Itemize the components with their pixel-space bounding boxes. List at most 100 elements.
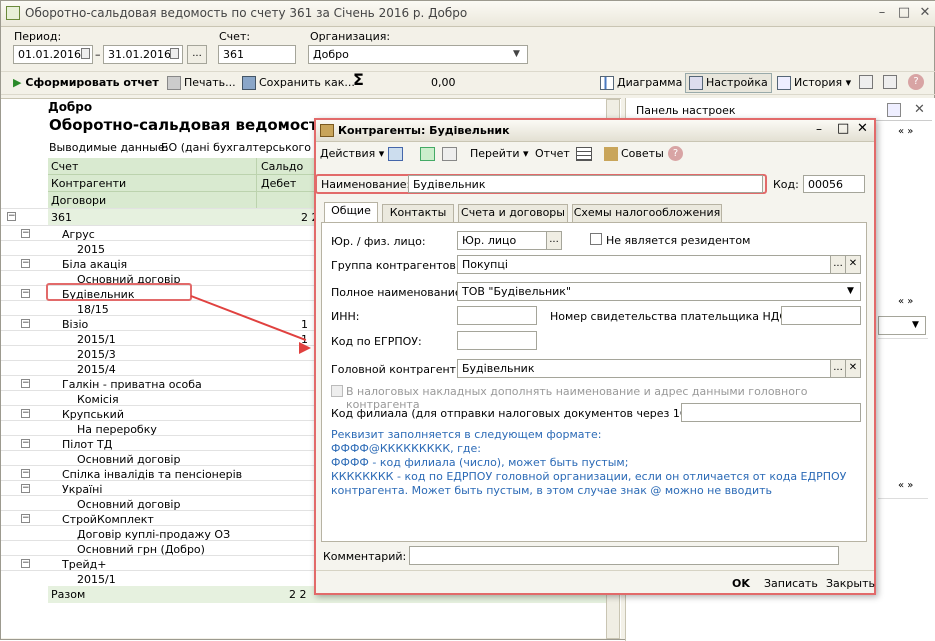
tools-icon[interactable] [883, 75, 897, 89]
history-button[interactable]: История ▾ [777, 75, 851, 91]
tax-invoice-checkbox[interactable] [331, 385, 343, 397]
collapse-icon[interactable]: − [21, 559, 30, 568]
clear-icon[interactable]: ✕ [845, 359, 861, 378]
organization-label: Организация: [310, 30, 391, 43]
settings-button[interactable]: Настройка [685, 73, 772, 93]
inn-input[interactable] [457, 306, 537, 325]
collapse-icon[interactable]: − [21, 259, 30, 268]
edrpou-input[interactable] [457, 331, 537, 350]
history-label: История [794, 76, 843, 89]
period-select-button[interactable]: ... [187, 45, 207, 64]
maximize-button[interactable]: □ [895, 5, 913, 21]
hint-line: Реквизит заполняется в следующем формате… [331, 428, 602, 441]
head-contractor-input[interactable]: Будівельник [457, 359, 831, 378]
vat-input[interactable] [781, 306, 861, 325]
printer-icon [167, 76, 181, 90]
help-icon[interactable]: ? [908, 74, 924, 90]
save-as-button[interactable]: Сохранить как... [242, 75, 355, 91]
report-button[interactable]: Отчет [535, 146, 570, 162]
minimize-button[interactable]: – [873, 5, 891, 21]
tab-general[interactable]: Общие [324, 202, 378, 223]
tab-accounts[interactable]: Счета и договоры [458, 204, 568, 222]
dialog-minimize-button[interactable]: – [816, 122, 822, 136]
contractor-dialog: Контрагенты: Будівельник – □ ✕ Действия … [314, 118, 876, 595]
dialog-maximize-button[interactable]: □ [837, 121, 849, 136]
group-label: Группа контрагентов: [331, 259, 460, 272]
collapse-icon[interactable]: − [7, 212, 16, 221]
collapse-icon[interactable]: − [21, 289, 30, 298]
fullname-input[interactable]: ТОВ "Будівельник" [457, 282, 861, 301]
panel-close-icon[interactable]: ✕ [914, 102, 925, 117]
tab-tax-schemes[interactable]: Схемы налогообложения [572, 204, 722, 222]
report-icon [6, 6, 20, 20]
calendar-icon[interactable] [170, 48, 179, 59]
name-input[interactable]: Будівельник [408, 175, 763, 193]
collapse-icon[interactable]: − [21, 469, 30, 478]
help-icon[interactable]: ? [668, 146, 683, 161]
collapse-icon[interactable]: − [21, 229, 30, 238]
chevron-down-icon[interactable]: ▼ [513, 49, 520, 59]
history-icon [777, 76, 791, 90]
collapse-icon[interactable]: − [21, 484, 30, 493]
chart-label: Диаграмма [617, 76, 683, 89]
header-contractors: Контрагенти [51, 177, 127, 190]
organization-select[interactable]: Добро [308, 45, 528, 64]
total-value: 2 2 [289, 588, 307, 601]
table-row-label[interactable]: 2015/1 [77, 573, 116, 586]
panel-settings-icon[interactable] [887, 103, 901, 117]
code-input[interactable]: 00056 [803, 175, 865, 193]
group-select-button[interactable]: ... [830, 255, 846, 274]
tips-button[interactable]: Советы [604, 146, 664, 162]
title-bar: Оборотно-сальдовая ведомость по счету 36… [1, 1, 935, 27]
group-input[interactable]: Покупці [457, 255, 831, 274]
legal-label: Юр. / физ. лицо: [331, 235, 426, 248]
account-input[interactable]: 361 [218, 45, 296, 64]
collapse-icon[interactable]: − [21, 319, 30, 328]
close-dialog-button[interactable]: Закрыть [826, 577, 875, 590]
legal-select-button[interactable]: ... [546, 231, 562, 250]
nonresident-checkbox[interactable] [590, 233, 602, 245]
panel-nav[interactable]: « » [898, 480, 913, 491]
ok-button[interactable]: OK [732, 577, 750, 590]
name-label: Наименование: [321, 178, 411, 191]
print-button[interactable]: Печать... [167, 75, 236, 91]
export-icon[interactable] [859, 75, 873, 89]
collapse-icon[interactable]: − [21, 379, 30, 388]
copy-icon[interactable] [442, 147, 457, 161]
chevron-down-icon[interactable]: ▼ [912, 320, 919, 330]
actions-menu[interactable]: Действия ▾ [320, 146, 384, 162]
panel-nav[interactable]: « » [898, 126, 913, 137]
collapse-icon[interactable]: − [21, 439, 30, 448]
chart-button[interactable]: Диаграмма [600, 75, 682, 91]
refresh-icon[interactable] [420, 147, 435, 161]
clear-icon[interactable]: ✕ [845, 255, 861, 274]
sum-value: 0,00 [431, 76, 456, 89]
book-icon [604, 147, 618, 161]
play-icon: ▶ [13, 76, 22, 89]
branch-input[interactable] [681, 403, 861, 422]
calendar-icon[interactable] [81, 48, 90, 59]
chart-icon [600, 76, 614, 90]
chevron-down-icon[interactable]: ▼ [847, 286, 854, 296]
save-button[interactable]: Записать [764, 577, 818, 590]
goto-menu[interactable]: Перейти ▾ [470, 146, 529, 162]
panel-nav[interactable]: « » [898, 296, 913, 307]
close-button[interactable]: ✕ [916, 5, 934, 21]
table-row-label[interactable]: 361 [51, 211, 72, 224]
comment-input[interactable] [409, 546, 839, 565]
legal-input[interactable]: Юр. лицо [457, 231, 547, 250]
footer-divider [316, 570, 874, 571]
header-contracts: Договори [51, 194, 107, 207]
goto-label: Перейти [470, 147, 520, 160]
collapse-icon[interactable]: − [21, 409, 30, 418]
dialog-close-button[interactable]: ✕ [857, 121, 868, 136]
list-icon[interactable] [576, 147, 592, 161]
go-back-icon[interactable] [388, 147, 403, 161]
head-select-button[interactable]: ... [830, 359, 846, 378]
generate-report-label: Сформировать отчет [25, 76, 159, 89]
tab-contacts[interactable]: Контакты [382, 204, 454, 222]
window-title: Оборотно-сальдовая ведомость по счету 36… [25, 6, 468, 20]
collapse-icon[interactable]: − [21, 514, 30, 523]
contractor-icon [320, 124, 334, 137]
generate-report-button[interactable]: ▶ Сформировать отчет [13, 75, 159, 91]
